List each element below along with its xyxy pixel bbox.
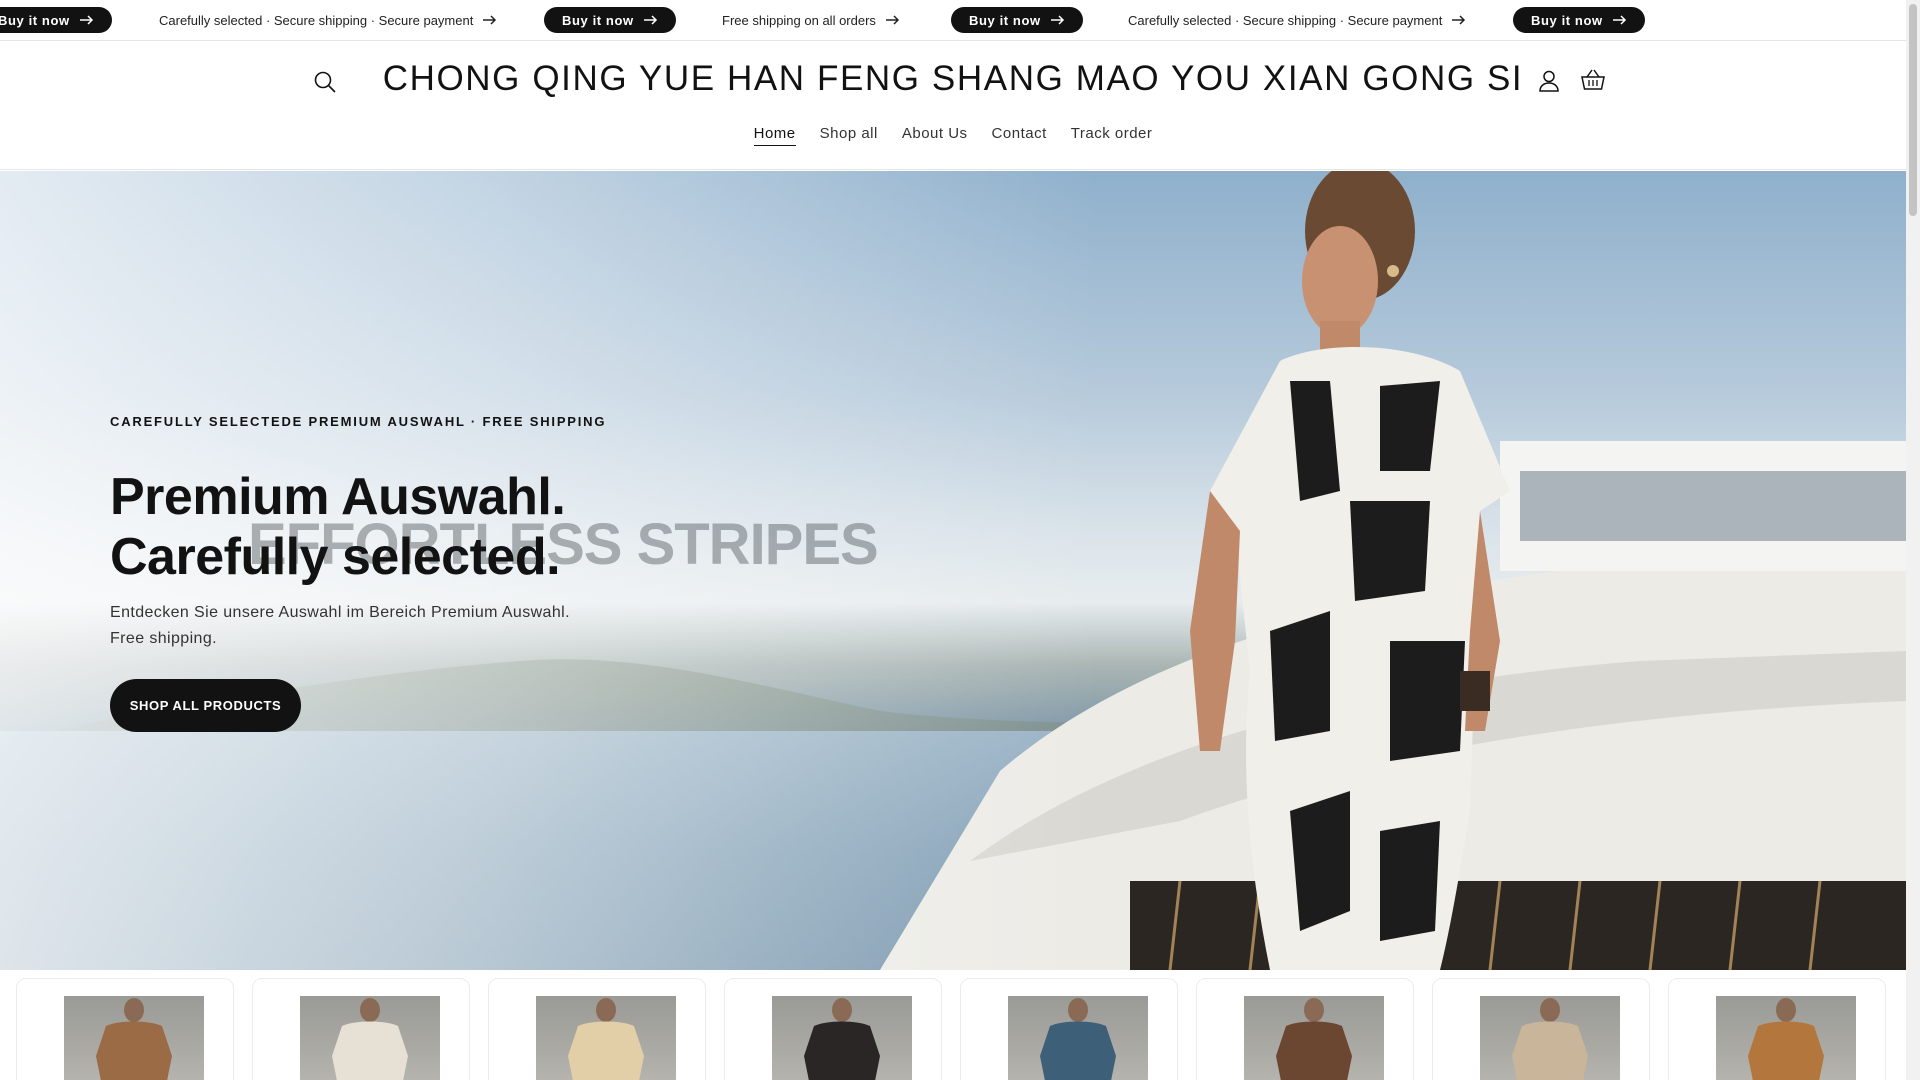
- nav-shop-all[interactable]: Shop all: [820, 125, 878, 146]
- product-garment-shape: [1040, 998, 1116, 1080]
- announcement-item[interactable]: Buy it now: [0, 0, 112, 40]
- announcement-text: Carefully selected · Secure shipping · S…: [159, 12, 474, 28]
- product-garment-shape: [568, 998, 644, 1080]
- product-garment-shape: [1276, 998, 1352, 1080]
- arrow-right-icon: [483, 15, 497, 25]
- product-garment-shape: [804, 998, 880, 1080]
- product-card[interactable]: [1196, 978, 1414, 1080]
- product-card[interactable]: [1432, 978, 1650, 1080]
- hero-subtitle-line-1: Entdecken Sie unsere Auswahl im Bereich …: [110, 604, 570, 621]
- announcement-text: Free shipping on all orders: [722, 12, 876, 28]
- product-card[interactable]: [16, 978, 234, 1080]
- product-card[interactable]: [488, 978, 706, 1080]
- nav-about-us[interactable]: About Us: [902, 125, 968, 146]
- product-image: [772, 996, 912, 1080]
- site-header: CHONG QING YUE HAN FENG SHANG MAO YOU XI…: [0, 41, 1906, 170]
- nav-track-order[interactable]: Track order: [1071, 125, 1153, 146]
- product-image: [536, 996, 676, 1080]
- shop-all-products-button[interactable]: SHOP ALL PRODUCTS: [110, 679, 301, 732]
- arrow-right-icon: [1612, 15, 1626, 25]
- account-button[interactable]: [1536, 68, 1562, 94]
- hero-title-line-1: Premium Auswahl.: [110, 468, 566, 526]
- hero-model-image: [1190, 171, 1510, 970]
- nav-contact[interactable]: Contact: [992, 125, 1047, 146]
- announcement-item[interactable]: Buy it now: [1513, 0, 1645, 40]
- buy-now-pill[interactable]: Buy it now: [544, 7, 676, 33]
- buy-now-label: Buy it now: [562, 12, 634, 28]
- product-image: [64, 996, 204, 1080]
- product-image: [1716, 996, 1856, 1080]
- product-image: [1244, 996, 1384, 1080]
- announcement-bar: Buy it now Carefully selected · Secure s…: [0, 0, 1906, 41]
- buy-now-pill[interactable]: Buy it now: [951, 7, 1083, 33]
- main-nav: Home Shop all About Us Contact Track ord…: [0, 125, 1906, 146]
- hero-subtitle: Entdecken Sie unsere Auswahl im Bereich …: [110, 600, 630, 652]
- hero-subtitle-line-2: Free shipping.: [110, 630, 217, 647]
- cart-button[interactable]: [1579, 66, 1607, 94]
- buy-now-pill[interactable]: Buy it now: [1513, 7, 1645, 33]
- hero-kicker: CAREFULLY SELECTEDE PREMIUM AUSWAHL · FR…: [110, 414, 607, 429]
- product-image: [1008, 996, 1148, 1080]
- account-icon: [1539, 70, 1559, 92]
- announcement-text: Carefully selected · Secure shipping · S…: [1128, 12, 1443, 28]
- buy-now-label: Buy it now: [0, 12, 70, 28]
- buy-now-label: Buy it now: [1531, 12, 1603, 28]
- product-garment-shape: [1748, 998, 1824, 1080]
- arrow-right-icon: [1050, 15, 1064, 25]
- product-card[interactable]: [960, 978, 1178, 1080]
- announcement-item[interactable]: Buy it now: [951, 0, 1083, 40]
- product-card[interactable]: [1668, 978, 1886, 1080]
- announcement-item[interactable]: Buy it now: [544, 0, 676, 40]
- product-carousel: [0, 978, 1906, 1080]
- announcement-item[interactable]: Carefully selected · Secure shipping · S…: [159, 0, 497, 40]
- page-scrollbar[interactable]: [1906, 0, 1920, 1080]
- hero-title: Premium Auswahl. Carefully selected.: [110, 467, 566, 587]
- product-image: [1480, 996, 1620, 1080]
- arrow-right-icon: [885, 15, 899, 25]
- announcement-item[interactable]: Carefully selected · Secure shipping · S…: [1128, 0, 1466, 40]
- nav-home[interactable]: Home: [753, 125, 796, 146]
- product-garment-shape: [1512, 998, 1588, 1080]
- hero-banner: CAREFULLY SELECTEDE PREMIUM AUSWAHL · FR…: [0, 171, 1906, 970]
- buy-now-pill[interactable]: Buy it now: [0, 7, 112, 33]
- product-card[interactable]: [252, 978, 470, 1080]
- product-garment-shape: [332, 998, 408, 1080]
- buy-now-label: Buy it now: [969, 12, 1041, 28]
- product-garment-shape: [96, 998, 172, 1080]
- product-card[interactable]: [724, 978, 942, 1080]
- arrow-right-icon: [79, 15, 93, 25]
- announcement-item[interactable]: Free shipping on all orders: [722, 0, 900, 40]
- cart-icon: [1581, 69, 1605, 90]
- hero-title-line-2: Carefully selected.: [110, 528, 561, 586]
- arrow-right-icon: [1452, 15, 1466, 25]
- product-image: [300, 996, 440, 1080]
- arrow-right-icon: [643, 15, 657, 25]
- scrollbar-thumb[interactable]: [1909, 4, 1917, 216]
- brand-logo[interactable]: CHONG QING YUE HAN FENG SHANG MAO YOU XI…: [0, 59, 1906, 99]
